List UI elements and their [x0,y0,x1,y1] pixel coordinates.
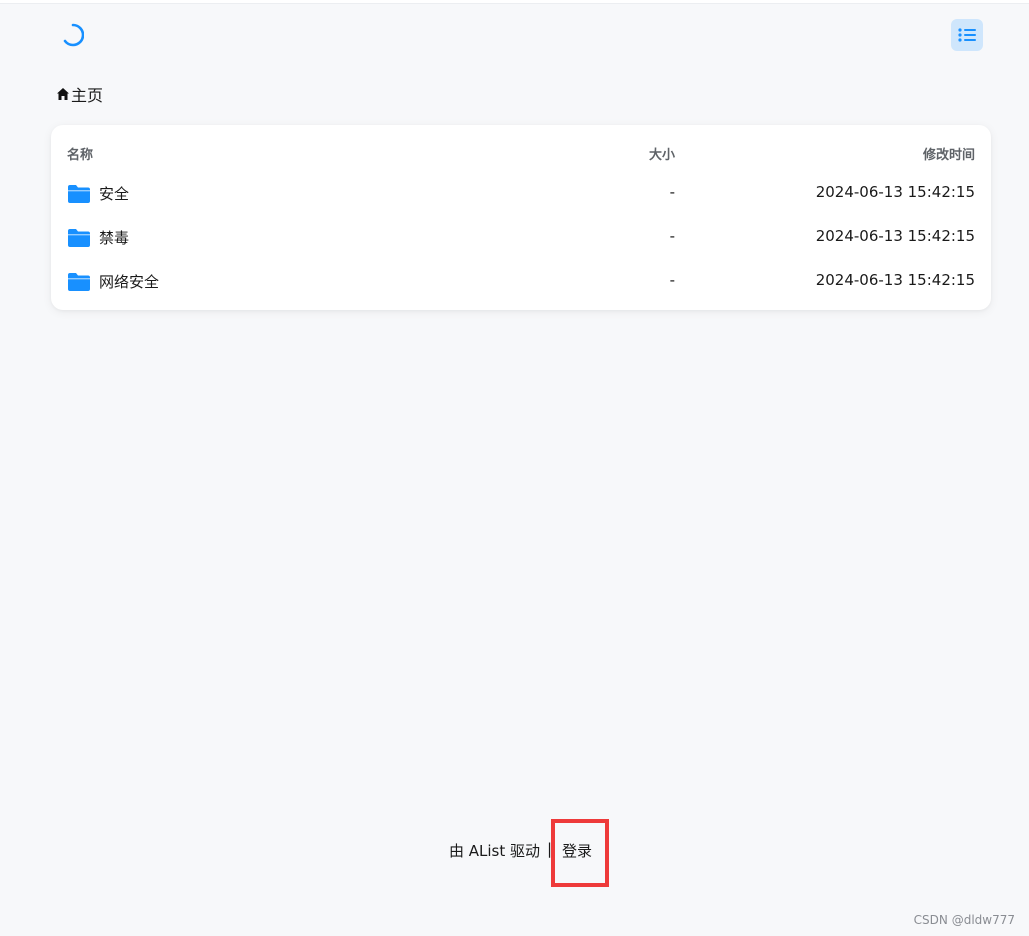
home-icon[interactable] [56,87,70,101]
breadcrumb-home-link[interactable]: 主页 [71,82,103,106]
file-size: - [669,271,675,289]
folder-icon [67,184,91,204]
top-border [0,0,1029,4]
file-modified: 2024-06-13 15:42:15 [815,271,975,289]
footer: 由 AList 驱动 | 登录 [0,840,1029,862]
folder-icon [67,228,91,248]
highlight-annotation-box [551,819,609,887]
file-name[interactable]: 安全 [99,183,129,204]
file-row[interactable]: 网络安全 - 2024-06-13 15:42:15 [51,260,991,304]
breadcrumb: 主页 [56,83,103,105]
powered-by-link[interactable]: 由 AList 驱动 [449,840,540,861]
column-header-name[interactable]: 名称 [67,144,93,163]
file-row[interactable]: 禁毒 - 2024-06-13 15:42:15 [51,216,991,260]
file-name[interactable]: 网络安全 [99,271,159,292]
watermark: CSDN @dldw777 [913,913,1015,927]
file-modified: 2024-06-13 15:42:15 [815,183,975,201]
loading-spinner-icon[interactable] [60,22,85,48]
file-name[interactable]: 禁毒 [99,227,129,248]
file-list-header: 名称 大小 修改时间 [51,125,991,179]
file-size: - [669,227,675,245]
layout-toggle-button[interactable] [951,19,983,51]
file-size: - [669,183,675,201]
file-list: 名称 大小 修改时间 安全 - 2024-06-13 15:42:15 禁毒 -… [51,125,991,310]
folder-icon [67,272,91,292]
file-row[interactable]: 安全 - 2024-06-13 15:42:15 [51,172,991,216]
file-modified: 2024-06-13 15:42:15 [815,227,975,245]
column-header-size[interactable]: 大小 [649,144,675,163]
column-header-modified[interactable]: 修改时间 [923,144,975,163]
list-view-icon [958,27,976,43]
